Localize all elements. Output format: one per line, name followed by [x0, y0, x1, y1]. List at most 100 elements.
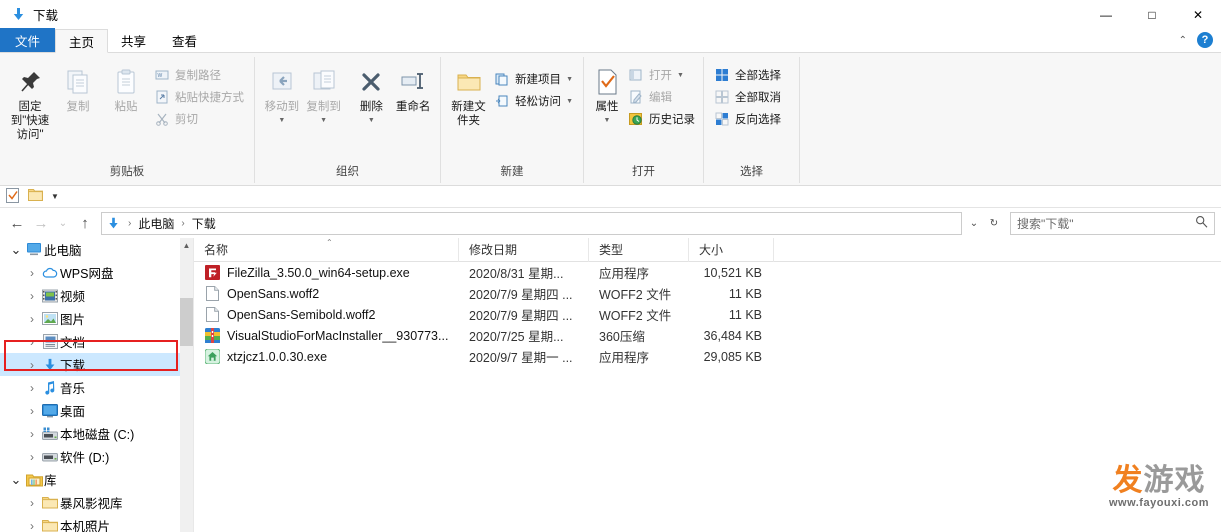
rename-button[interactable]: 重命名: [392, 61, 434, 117]
chevron-right-icon[interactable]: ›: [24, 358, 40, 372]
select-none-button[interactable]: 全部取消: [710, 87, 785, 107]
breadcrumb-item-this-pc[interactable]: 此电脑: [136, 215, 176, 232]
customize-quick-access-icon[interactable]: ▼: [51, 192, 59, 201]
table-row[interactable]: VisualStudioForMacInstaller__930773...20…: [194, 325, 1221, 346]
move-to-button[interactable]: 移动到 ▼: [261, 61, 303, 131]
invert-selection-button[interactable]: 反向选择: [710, 109, 785, 129]
select-all-button[interactable]: 全部选择: [710, 65, 785, 85]
sidebar-item-6[interactable]: ›音乐: [0, 376, 193, 399]
chevron-right-icon[interactable]: ›: [24, 496, 40, 510]
help-icon[interactable]: ?: [1197, 32, 1213, 48]
maximize-button[interactable]: □: [1129, 0, 1175, 29]
sidebar-item-8[interactable]: ›本地磁盘 (C:): [0, 422, 193, 445]
column-header-3[interactable]: 大小: [689, 238, 774, 262]
chevron-down-icon[interactable]: ▼: [566, 76, 573, 83]
copy-button[interactable]: 复制: [54, 61, 102, 117]
scroll-up-arrow-icon[interactable]: ▲: [180, 238, 193, 252]
chevron-down-icon[interactable]: ▼: [604, 114, 611, 128]
chevron-down-icon[interactable]: ▼: [368, 114, 375, 128]
properties-button[interactable]: 属性 ▼: [590, 61, 624, 131]
address-dropdown-button[interactable]: ⌄: [964, 212, 984, 234]
chevron-down-icon[interactable]: ▼: [677, 72, 684, 79]
cut-button[interactable]: 剪切: [150, 109, 248, 129]
chevron-up-icon[interactable]: ⌃: [1179, 35, 1187, 46]
sidebar-item-2[interactable]: ›视频: [0, 284, 193, 307]
tab-file[interactable]: 文件: [0, 28, 55, 52]
search-icon[interactable]: [1195, 215, 1208, 231]
properties-quick-icon[interactable]: [6, 188, 20, 206]
up-button[interactable]: ↑: [74, 212, 96, 234]
sidebar-item-1[interactable]: ›WPS网盘: [0, 261, 193, 284]
pin-to-quick-access-button[interactable]: 固定到"快速访问": [6, 61, 54, 145]
sidebar-item-5[interactable]: ›下载: [0, 353, 193, 376]
paste-shortcut-button[interactable]: 粘贴快捷方式: [150, 87, 248, 107]
sidebar-item-7[interactable]: ›桌面: [0, 399, 193, 422]
chevron-right-icon[interactable]: ›: [24, 450, 40, 464]
column-header-1[interactable]: 修改日期: [459, 238, 589, 262]
file-name-cell[interactable]: xtzjcz1.0.0.30.exe: [194, 349, 459, 365]
recent-locations-button[interactable]: ⌄: [54, 212, 72, 234]
table-row[interactable]: xtzjcz1.0.0.30.exe2020/9/7 星期一 ...应用程序29…: [194, 346, 1221, 367]
chevron-right-icon[interactable]: ›: [24, 519, 40, 532]
easy-access-button[interactable]: 轻松访问 ▼: [490, 91, 577, 111]
chevron-right-icon[interactable]: ›: [24, 381, 40, 395]
edit-button[interactable]: 编辑: [624, 87, 699, 107]
sidebar-item-9[interactable]: ›软件 (D:): [0, 445, 193, 468]
quick-access-toolbar: ▼: [0, 186, 1221, 208]
file-date-cell: 2020/7/25 星期...: [459, 326, 589, 345]
breadcrumb-separator[interactable]: ›: [123, 218, 136, 229]
file-date-cell: 2020/7/9 星期四 ...: [459, 284, 589, 303]
new-item-button[interactable]: 新建项目 ▼: [490, 69, 577, 89]
chevron-right-icon[interactable]: ›: [24, 289, 40, 303]
file-name-cell[interactable]: OpenSans.woff2: [194, 286, 459, 302]
file-name-cell[interactable]: VisualStudioForMacInstaller__930773...: [194, 328, 459, 344]
back-button[interactable]: ←: [6, 212, 28, 234]
chevron-down-icon[interactable]: ⌄: [8, 476, 24, 484]
chevron-right-icon[interactable]: ›: [24, 266, 40, 280]
chevron-right-icon[interactable]: ›: [24, 312, 40, 326]
table-row[interactable]: OpenSans-Semibold.woff22020/7/9 星期四 ...W…: [194, 304, 1221, 325]
file-name-cell[interactable]: OpenSans-Semibold.woff2: [194, 307, 459, 323]
forward-button[interactable]: →: [30, 212, 52, 234]
paste-button[interactable]: 粘贴: [102, 61, 150, 117]
column-header-0[interactable]: 名称⌃: [194, 238, 459, 262]
breadcrumb-separator[interactable]: ›: [176, 218, 189, 229]
new-folder-quick-icon[interactable]: [28, 188, 43, 205]
delete-button[interactable]: 删除 ▼: [351, 61, 393, 131]
chevron-down-icon[interactable]: ▼: [278, 114, 285, 128]
scrollbar-thumb[interactable]: [180, 298, 193, 346]
sidebar-scrollbar[interactable]: ▲: [180, 238, 193, 532]
open-button[interactable]: 打开 ▼: [624, 65, 699, 85]
copy-path-button[interactable]: W 复制路径: [150, 65, 248, 85]
chevron-right-icon[interactable]: ›: [24, 427, 40, 441]
chevron-right-icon[interactable]: ›: [24, 335, 40, 349]
refresh-button[interactable]: ↻: [984, 212, 1004, 234]
column-header-2[interactable]: 类型: [589, 238, 689, 262]
file-name-cell[interactable]: FileZilla_3.50.0_win64-setup.exe: [194, 265, 459, 281]
sidebar-item-11[interactable]: ›暴风影视库: [0, 491, 193, 514]
tab-share[interactable]: 共享: [108, 28, 159, 52]
breadcrumb[interactable]: › 此电脑 › 下载: [101, 212, 962, 235]
table-row[interactable]: OpenSans.woff22020/7/9 星期四 ...WOFF2 文件11…: [194, 283, 1221, 304]
breadcrumb-item-downloads[interactable]: 下载: [190, 215, 218, 232]
file-name-label: OpenSans.woff2: [227, 287, 319, 301]
copy-to-button[interactable]: 复制到 ▼: [303, 61, 345, 131]
sidebar-item-10[interactable]: ⌄库: [0, 468, 193, 491]
sidebar-item-12[interactable]: ›本机照片: [0, 514, 193, 532]
chevron-down-icon[interactable]: ▼: [566, 98, 573, 105]
sidebar-item-4[interactable]: ›文档: [0, 330, 193, 353]
table-row[interactable]: FileZilla_3.50.0_win64-setup.exe2020/8/3…: [194, 262, 1221, 283]
close-button[interactable]: ✕: [1175, 0, 1221, 29]
search-input[interactable]: 搜索"下载": [1010, 212, 1215, 235]
history-button[interactable]: 历史记录: [624, 109, 699, 129]
chevron-down-icon[interactable]: ⌄: [8, 246, 24, 254]
chevron-right-icon[interactable]: ›: [24, 404, 40, 418]
tab-home[interactable]: 主页: [55, 29, 108, 53]
new-folder-button[interactable]: 新建文件夹: [447, 61, 490, 131]
chevron-down-icon[interactable]: ▼: [320, 114, 327, 128]
tab-view[interactable]: 查看: [159, 28, 210, 52]
sidebar-item-3[interactable]: ›图片: [0, 307, 193, 330]
minimize-button[interactable]: —: [1083, 0, 1129, 29]
sidebar-item-0[interactable]: ⌄此电脑: [0, 238, 193, 261]
copy-to-label: 复制到: [306, 100, 341, 114]
